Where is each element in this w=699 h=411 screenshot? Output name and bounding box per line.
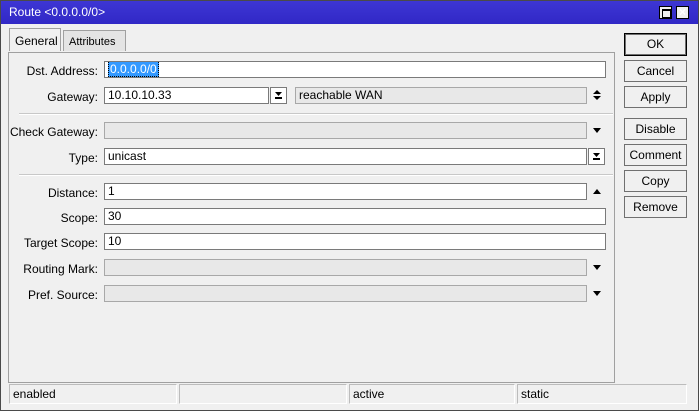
type-label: Type:	[68, 151, 98, 165]
target-scope-field[interactable]: 10	[104, 233, 606, 250]
gateway-status-field: reachable WAN	[295, 87, 587, 104]
chevron-down-icon[interactable]	[591, 288, 603, 300]
disable-button[interactable]: Disable	[624, 118, 687, 140]
chevron-down-icon[interactable]	[591, 262, 603, 274]
scope-label: Scope:	[60, 211, 98, 225]
tab-attributes[interactable]: Attributes	[63, 30, 126, 51]
status-active: active	[349, 384, 515, 404]
gateway-dropdown-button[interactable]	[270, 87, 287, 104]
scope-field[interactable]: 30	[104, 208, 606, 225]
separator	[19, 174, 613, 176]
check-gateway-field[interactable]	[104, 122, 587, 139]
tab-general[interactable]: General	[9, 28, 61, 51]
dst-address-value: 0.0.0.0/0	[108, 62, 159, 77]
target-scope-label: Target Scope:	[23, 236, 98, 250]
status-static: static	[517, 384, 687, 404]
check-gateway-label: Check Gateway:	[9, 125, 98, 139]
up-down-icon[interactable]	[591, 89, 603, 101]
routing-mark-field[interactable]	[104, 259, 587, 276]
comment-button[interactable]: Comment	[624, 144, 687, 166]
gateway-field[interactable]: 10.10.10.33	[104, 87, 269, 104]
pref-source-field[interactable]	[104, 285, 587, 302]
dst-address-label: Dst. Address:	[26, 64, 98, 78]
status-empty	[179, 384, 347, 404]
routing-mark-label: Routing Mark:	[23, 262, 98, 276]
distance-field[interactable]: 1	[104, 183, 587, 200]
pref-source-label: Pref. Source:	[27, 288, 98, 302]
apply-button[interactable]: Apply	[624, 86, 687, 108]
type-dropdown-button[interactable]	[588, 148, 605, 165]
maximize-icon[interactable]	[659, 6, 672, 19]
separator	[19, 113, 613, 115]
chevron-down-icon[interactable]	[591, 125, 603, 137]
chevron-down-icon	[593, 153, 600, 160]
remove-button[interactable]: Remove	[624, 196, 687, 218]
distance-label: Distance:	[47, 186, 98, 200]
dst-address-field[interactable]: 0.0.0.0/0	[104, 61, 606, 78]
cancel-button[interactable]: Cancel	[624, 60, 687, 82]
chevron-down-icon	[275, 92, 282, 99]
status-bar: enabled active static	[9, 384, 687, 406]
close-icon[interactable]: ×	[676, 6, 689, 19]
route-window: Route <0.0.0.0/0> × General Attributes D…	[0, 0, 699, 411]
window-title: Route <0.0.0.0/0>	[9, 5, 106, 19]
status-enabled: enabled	[9, 384, 177, 404]
ok-button[interactable]: OK	[624, 33, 687, 56]
gateway-label: Gateway:	[47, 90, 98, 104]
title-bar[interactable]: Route <0.0.0.0/0> ×	[1, 1, 698, 24]
general-panel: Dst. Address: 0.0.0.0/0 Gateway: 10.10.1…	[8, 52, 615, 383]
type-field[interactable]: unicast	[104, 148, 587, 165]
copy-button[interactable]: Copy	[624, 170, 687, 192]
triangle-up-icon[interactable]	[591, 186, 603, 198]
